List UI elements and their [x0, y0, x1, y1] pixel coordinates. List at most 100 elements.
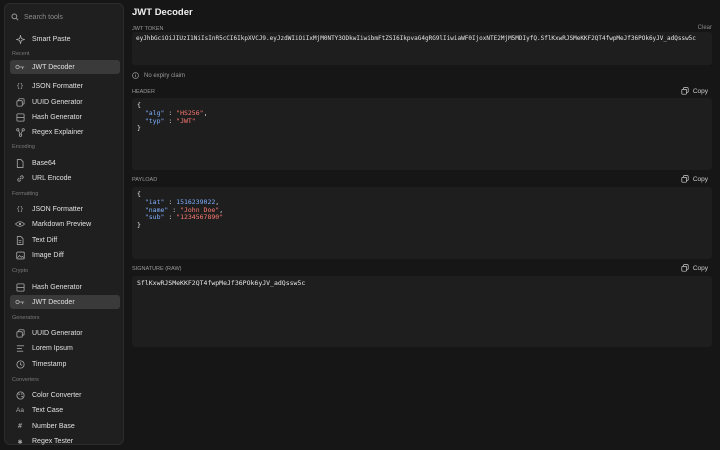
sidebar-item-label: Number Base: [32, 422, 75, 430]
sidebar-item-hash-generator[interactable]: Hash Generator: [10, 110, 120, 124]
section-label-encoding: Encoding: [12, 144, 35, 150]
json-key: "typ": [144, 116, 165, 125]
sidebar-item-label: Text Case: [32, 406, 64, 414]
sidebar-item-text-case[interactable]: Aa Text Case: [10, 403, 120, 417]
page-title: JWT Decoder: [132, 7, 193, 18]
sidebar-item-regex-tester[interactable]: ✱ Regex Tester: [10, 434, 120, 448]
json-value: "JWT": [176, 116, 196, 125]
copy-squares-icon: [15, 328, 25, 338]
copy-squares-icon: [15, 97, 25, 107]
sidebar-item-uuid-generator[interactable]: UUID Generator: [10, 95, 120, 109]
copy-label: Copy: [692, 87, 708, 95]
sidebar-item-url-encode[interactable]: URL Encode: [10, 171, 120, 185]
sidebar-item-label: JSON Formatter: [32, 82, 83, 90]
braces-icon: {}: [16, 82, 24, 90]
align-left-icon: [15, 343, 25, 353]
sidebar-item-smart-paste[interactable]: Smart Paste: [10, 32, 120, 46]
json-value: 1516239022: [176, 197, 216, 206]
layers-icon: [15, 112, 25, 122]
sidebar-item-label: JSON Formatter: [32, 205, 83, 213]
sidebar: Search tools Smart Paste Recent JWT Deco…: [4, 3, 124, 448]
copy-icon: [681, 264, 689, 272]
sidebar-item-label: JWT Decoder: [32, 63, 75, 71]
sidebar-item-label: URL Encode: [32, 174, 72, 182]
palette-icon: [15, 390, 25, 400]
sidebar-item-timestamp[interactable]: Timestamp: [10, 357, 120, 371]
clock-icon: [15, 359, 25, 369]
header-label: HEADER: [132, 89, 155, 95]
sidebar-item-label: JWT Decoder: [32, 298, 75, 306]
sidebar-item-label: UUID Generator: [32, 98, 83, 106]
json-key: "alg": [144, 108, 165, 117]
sidebar-item-jwt-decoder[interactable]: JWT Decoder: [10, 295, 120, 309]
diff-document-icon: [15, 235, 25, 245]
json-key: "iat": [144, 197, 165, 206]
sidebar-item-label: Image Diff: [32, 251, 64, 259]
layers-icon: [15, 282, 25, 292]
json-key: "name": [144, 205, 169, 214]
section-label-formatting: Formatting: [12, 191, 39, 197]
info-icon: [132, 72, 139, 79]
sidebar-item-markdown-preview[interactable]: Markdown Preview: [10, 217, 120, 231]
sidebar-item-label: Base64: [32, 159, 56, 167]
sidebar-item-json-formatter[interactable]: {} JSON Formatter: [10, 202, 120, 216]
main-panel: JWT Decoder JWT TOKEN Clear eyJhbGciOiJI…: [132, 0, 716, 450]
sidebar-item-text-diff[interactable]: Text Diff: [10, 233, 120, 247]
signature-section: SIGNATURE (RAW) Copy: [132, 264, 712, 274]
sidebar-item-label: Text Diff: [32, 236, 58, 244]
sparkle-icon: [15, 34, 25, 44]
asterisk-icon: ✱: [17, 436, 23, 446]
section-label-generators: Generators: [12, 315, 40, 321]
signature-value: SflKxwRJSMeKKF2QT4fwpMeJf36POk6yJV_adQss…: [137, 279, 306, 287]
sidebar-item-jwt-decoder[interactable]: JWT Decoder: [10, 60, 120, 74]
header-json: { "alg" : "HS256", "typ" : "JWT" }: [132, 98, 712, 170]
sidebar-item-lorem-ipsum[interactable]: Lorem Ipsum: [10, 341, 120, 355]
image-icon: [15, 250, 25, 260]
sidebar-item-json-formatter[interactable]: {} JSON Formatter: [10, 79, 120, 93]
copy-label: Copy: [692, 175, 708, 183]
sidebar-item-uuid-generator[interactable]: UUID Generator: [10, 326, 120, 340]
copy-label: Copy: [692, 264, 708, 272]
sidebar-item-hash-generator[interactable]: Hash Generator: [10, 280, 120, 294]
expiry-text: No expiry claim: [144, 72, 186, 79]
braces-icon: {}: [16, 205, 24, 213]
sidebar-item-label: Hash Generator: [32, 113, 82, 121]
copy-icon: [681, 87, 689, 95]
sidebar-item-label: Timestamp: [32, 360, 67, 368]
key-icon: [15, 62, 25, 72]
sidebar-item-base64[interactable]: Base64: [10, 156, 120, 170]
search-placeholder: Search tools: [24, 13, 63, 21]
search-input[interactable]: Search tools: [11, 10, 119, 24]
json-value: "1234567890": [176, 213, 224, 222]
json-key: "sub": [144, 213, 165, 222]
text-case-icon: Aa: [16, 406, 24, 414]
payload-label: PAYLOAD: [132, 177, 158, 183]
expiry-status: No expiry claim: [132, 72, 185, 79]
signature-box: SflKxwRJSMeKKF2QT4fwpMeJf36POk6yJV_adQss…: [132, 276, 712, 347]
key-icon: [15, 297, 25, 307]
copy-payload-button[interactable]: Copy: [681, 175, 708, 183]
section-label-converters: Converters: [12, 377, 39, 383]
sidebar-item-color-converter[interactable]: Color Converter: [10, 388, 120, 402]
document-icon: [15, 158, 25, 168]
sidebar-item-image-diff[interactable]: Image Diff: [10, 248, 120, 262]
eye-icon: [15, 219, 25, 229]
nodes-icon: [15, 127, 25, 137]
sidebar-item-label: Smart Paste: [32, 35, 71, 43]
sidebar-item-regex-explainer[interactable]: Regex Explainer: [10, 125, 120, 139]
copy-header-button[interactable]: Copy: [681, 87, 708, 95]
copy-signature-button[interactable]: Copy: [681, 264, 708, 272]
clear-button[interactable]: Clear: [698, 25, 712, 31]
link-icon: [15, 173, 25, 183]
sidebar-item-label: UUID Generator: [32, 329, 83, 337]
sidebar-item-label: Hash Generator: [32, 283, 82, 291]
sidebar-item-label: Color Converter: [32, 391, 82, 399]
payload-section: PAYLOAD Copy: [132, 175, 712, 185]
jwt-token-input[interactable]: eyJhbGciOiJIUzI1NiIsInR5cCI6IkpXVCJ9.eyJ…: [132, 32, 712, 65]
section-label-crypto: Crypto: [12, 268, 29, 274]
sidebar-item-number-base[interactable]: # Number Base: [10, 419, 120, 433]
search-icon: [11, 13, 19, 21]
copy-icon: [681, 175, 689, 183]
payload-json: { "iat" : 1516239022, "name" : "John Doe…: [132, 187, 712, 259]
sidebar-item-label: Markdown Preview: [32, 220, 92, 228]
